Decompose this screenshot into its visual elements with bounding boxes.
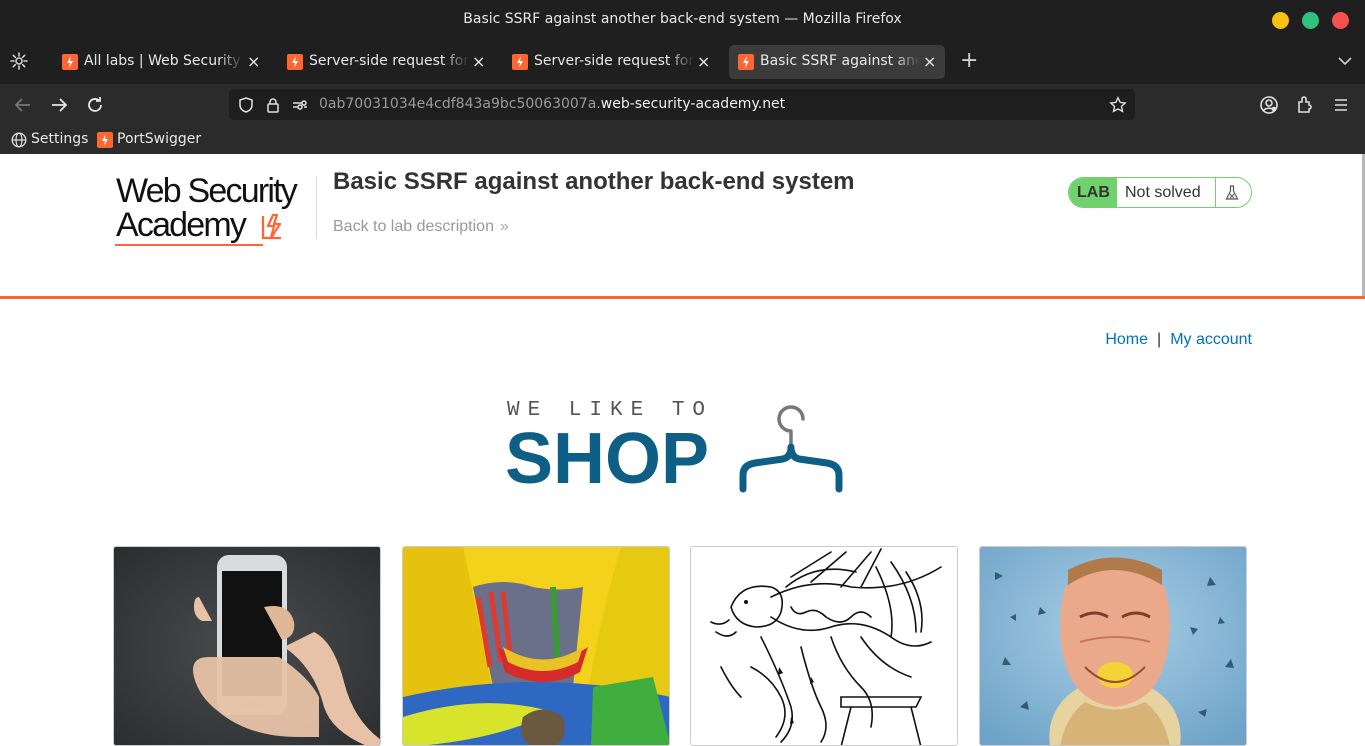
header-orange-rule: [0, 296, 1365, 299]
permissions-icon[interactable]: [291, 96, 309, 114]
bookmark-label: PortSwigger: [117, 131, 202, 147]
flask-icon: [1223, 184, 1241, 202]
menu-icon[interactable]: [1330, 94, 1352, 116]
status-divider: [1215, 178, 1216, 207]
extensions-icon[interactable]: [1294, 94, 1316, 116]
minimize-button[interactable]: [1272, 12, 1289, 29]
tab-label: Basic SSRF against another back-end syst…: [760, 53, 920, 69]
page-viewport: Web Security Academy Basic SSRF against …: [0, 154, 1365, 746]
url-text[interactable]: 0ab70031034e4cdf843a9bc50063007a.web-sec…: [319, 96, 785, 112]
logo-line1: Web Security: [116, 172, 298, 210]
back-link-label: Back to lab description: [333, 218, 494, 235]
bookmark-label: Settings: [31, 131, 89, 147]
product-image-inflatable[interactable]: [402, 546, 670, 746]
double-chevron-right-icon: »: [499, 218, 509, 235]
tab-all-labs[interactable]: All labs | Web Security Academy ×: [53, 45, 269, 79]
my-account-link[interactable]: My account: [1170, 331, 1252, 348]
gear-icon[interactable]: [9, 51, 29, 71]
logo-underline: [115, 244, 263, 246]
account-icon[interactable]: [1258, 94, 1280, 116]
url-subdomain: 0ab70031034e4cdf843a9bc50063007a.: [319, 96, 601, 112]
new-tab-button[interactable]: +: [960, 50, 978, 72]
back-arrow-icon[interactable]: [12, 94, 34, 116]
window-title: Basic SSRF against another back-end syst…: [463, 11, 902, 27]
tab-label: Server-side request forgery: [309, 53, 469, 69]
product-image-smartphone[interactable]: [113, 546, 381, 746]
tab-ssrf-1[interactable]: Server-side request forgery ×: [278, 45, 494, 79]
bookmarks-toolbar: Settings PortSwigger: [0, 126, 1365, 154]
lab-title: Basic SSRF against another back-end syst…: [333, 168, 855, 195]
lab-status-text: Not solved: [1125, 184, 1201, 201]
portswigger-favicon-icon: [512, 54, 528, 70]
url-domain: web-security-academy.net: [600, 96, 786, 112]
product-image-lemon[interactable]: [979, 546, 1247, 746]
close-tab-icon[interactable]: ×: [472, 52, 485, 71]
clothes-hanger-icon: [737, 399, 861, 495]
close-tab-icon[interactable]: ×: [247, 52, 260, 71]
nav-separator: |: [1157, 331, 1162, 348]
web-security-academy-logo[interactable]: Web Security Academy: [113, 174, 313, 246]
portswigger-favicon-icon: [738, 54, 754, 70]
portswigger-favicon-icon: [287, 54, 303, 70]
tab-label: All labs | Web Security Academy: [84, 53, 244, 69]
close-tab-icon[interactable]: ×: [697, 52, 710, 71]
address-bar[interactable]: 0ab70031034e4cdf843a9bc50063007a.web-sec…: [229, 89, 1135, 120]
product-image-sketch[interactable]: [690, 546, 958, 746]
header-divider: [316, 176, 317, 239]
lab-badge: LAB: [1069, 178, 1117, 207]
home-link[interactable]: Home: [1105, 331, 1148, 348]
tab-label: Server-side request forgery: [534, 53, 694, 69]
tab-ssrf-2[interactable]: Server-side request forgery ×: [503, 45, 719, 79]
shield-icon[interactable]: [237, 96, 255, 114]
reload-icon[interactable]: [84, 94, 106, 116]
lightning-bolt-icon: [259, 212, 291, 242]
tab-strip: All labs | Web Security Academy × Server…: [0, 40, 1365, 84]
maximize-button[interactable]: [1302, 12, 1319, 29]
product-grid: [113, 546, 1248, 746]
portswigger-icon: [97, 132, 113, 148]
portswigger-favicon-icon: [62, 54, 78, 70]
navigation-toolbar: 0ab70031034e4cdf843a9bc50063007a.web-sec…: [0, 84, 1365, 126]
lab-status-widget: LAB Not solved: [1068, 177, 1252, 208]
logo-line2: Academy: [116, 206, 247, 244]
forward-arrow-icon[interactable]: [48, 94, 70, 116]
window-titlebar: Basic SSRF against another back-end syst…: [0, 0, 1365, 40]
shop-word: SHOP: [505, 419, 710, 499]
tab-basic-ssrf[interactable]: Basic SSRF against another back-end syst…: [729, 45, 945, 79]
site-navigation: Home | My account: [1105, 331, 1252, 349]
list-all-tabs-icon[interactable]: [1336, 52, 1354, 70]
globe-icon: [11, 132, 27, 148]
close-window-button[interactable]: [1332, 12, 1349, 29]
close-tab-icon[interactable]: ×: [923, 52, 936, 71]
bookmark-star-icon[interactable]: [1109, 96, 1127, 114]
back-to-lab-description-link[interactable]: Back to lab description »: [333, 218, 509, 236]
we-like-to-shop-logo: WE LIKE TO SHOP: [505, 395, 861, 495]
lock-icon[interactable]: [264, 96, 282, 114]
